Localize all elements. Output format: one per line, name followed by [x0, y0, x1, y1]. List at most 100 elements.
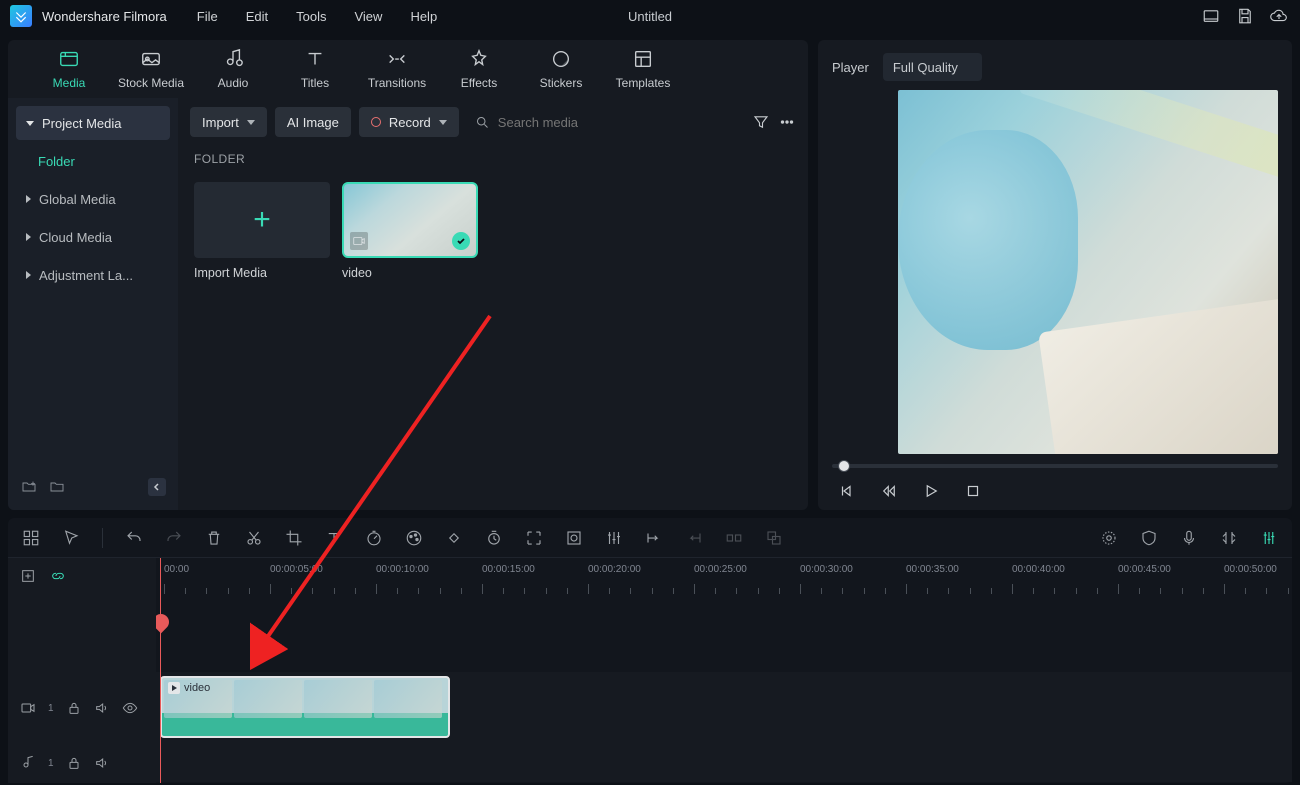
import-button[interactable]: Import — [190, 107, 267, 137]
plus-icon: + — [253, 203, 271, 237]
keyframe-icon[interactable] — [445, 529, 463, 547]
tab-stock-media[interactable]: Stock Media — [110, 48, 192, 90]
playhead[interactable] — [160, 558, 161, 783]
timeline-panel: 1 1 00:0000:00:05:0000:00:10:0000:00:15:… — [8, 518, 1292, 783]
cursor-icon[interactable] — [62, 529, 80, 547]
play-button[interactable] — [922, 482, 940, 500]
step-back-button[interactable] — [880, 482, 898, 500]
tick-label: 00:00:35:00 — [906, 564, 959, 575]
marker-icon[interactable] — [1260, 529, 1278, 547]
mask-out-icon[interactable] — [685, 529, 703, 547]
ai-image-button[interactable]: AI Image — [275, 107, 351, 137]
mute-icon[interactable] — [94, 755, 110, 771]
record-button[interactable]: Record — [359, 107, 459, 137]
motion-tracking-icon[interactable] — [1100, 529, 1118, 547]
tab-titles[interactable]: Titles — [274, 48, 356, 90]
shield-icon[interactable] — [1140, 529, 1158, 547]
tick-label: 00:00:45:00 — [1118, 564, 1171, 575]
video-clip[interactable]: video — [160, 676, 450, 738]
mic-icon[interactable] — [1180, 529, 1198, 547]
color-icon[interactable] — [405, 529, 423, 547]
tick-label: 00:00:25:00 — [694, 564, 747, 575]
timeline-toolbar — [8, 518, 1292, 558]
lock-icon[interactable] — [66, 755, 82, 771]
video-track-header[interactable]: 1 — [8, 673, 156, 743]
transition-icon[interactable] — [725, 529, 743, 547]
sidebar-project-media[interactable]: Project Media — [16, 106, 170, 140]
menu-edit[interactable]: Edit — [246, 9, 268, 24]
quality-select[interactable]: Full Quality — [883, 53, 982, 81]
audio-mix-icon[interactable] — [1220, 529, 1238, 547]
chevron-right-icon — [26, 271, 31, 279]
tick-label: 00:00 — [164, 564, 189, 575]
app-title: Wondershare Filmora — [42, 9, 167, 24]
media-type-icon — [350, 232, 368, 250]
tab-media[interactable]: Media — [28, 48, 110, 90]
player-scrubber[interactable] — [832, 464, 1278, 468]
crop-icon[interactable] — [285, 529, 303, 547]
tab-audio[interactable]: Audio — [192, 48, 274, 90]
play-icon — [168, 682, 180, 694]
undo-icon[interactable] — [125, 529, 143, 547]
sidebar-global-media[interactable]: Global Media — [16, 182, 170, 216]
redo-icon[interactable] — [165, 529, 183, 547]
tick-label: 00:00:15:00 — [482, 564, 535, 575]
timer-icon[interactable] — [485, 529, 503, 547]
stop-button[interactable] — [964, 482, 982, 500]
tick-label: 00:00:20:00 — [588, 564, 641, 575]
new-bin-icon[interactable] — [48, 479, 66, 495]
player-panel: Player Full Quality — [818, 40, 1292, 510]
preview-viewport[interactable] — [898, 90, 1278, 454]
menu-view[interactable]: View — [354, 9, 382, 24]
tab-effects[interactable]: Effects — [438, 48, 520, 90]
expand-icon[interactable] — [525, 529, 543, 547]
menu-file[interactable]: File — [197, 9, 218, 24]
video-track[interactable]: video — [156, 672, 1292, 742]
cloud-upload-icon[interactable] — [1270, 7, 1288, 25]
tab-stickers[interactable]: Stickers — [520, 48, 602, 90]
layout-icon[interactable] — [1202, 7, 1220, 25]
chevron-right-icon — [26, 233, 31, 241]
app-logo — [10, 5, 32, 27]
delete-icon[interactable] — [205, 529, 223, 547]
save-icon[interactable] — [1236, 7, 1254, 25]
green-screen-icon[interactable] — [565, 529, 583, 547]
tab-templates[interactable]: Templates — [602, 48, 684, 90]
filter-icon[interactable] — [752, 113, 770, 131]
visibility-icon[interactable] — [122, 700, 138, 716]
add-track-icon[interactable] — [20, 568, 36, 584]
timeline-ruler[interactable]: 00:0000:00:05:0000:00:10:0000:00:15:0000… — [156, 558, 1292, 594]
document-title: Untitled — [628, 9, 672, 24]
media-thumb-video[interactable]: video — [342, 182, 478, 280]
media-sidebar: Project Media Folder Global Media Cloud … — [8, 98, 178, 510]
speed-icon[interactable] — [365, 529, 383, 547]
mask-in-icon[interactable] — [645, 529, 663, 547]
cut-icon[interactable] — [245, 529, 263, 547]
link-icon[interactable] — [50, 568, 66, 584]
dashboard-icon[interactable] — [22, 529, 40, 547]
menu-tools[interactable]: Tools — [296, 9, 326, 24]
menu-help[interactable]: Help — [410, 9, 437, 24]
adjust-icon[interactable] — [605, 529, 623, 547]
text-icon[interactable] — [325, 529, 343, 547]
prev-frame-button[interactable] — [838, 482, 856, 500]
search-input[interactable] — [498, 115, 736, 130]
audio-track-header[interactable]: 1 — [8, 743, 156, 783]
sidebar-adjustment-layer[interactable]: Adjustment La... — [16, 258, 170, 292]
audio-track[interactable] — [156, 742, 1292, 782]
new-folder-icon[interactable] — [20, 479, 38, 495]
main-menu: File Edit Tools View Help — [197, 9, 437, 24]
lock-icon[interactable] — [66, 700, 82, 716]
sidebar-folder[interactable]: Folder — [16, 144, 170, 178]
import-media-tile[interactable]: + Import Media — [194, 182, 330, 280]
detach-icon[interactable] — [765, 529, 783, 547]
tick-label: 00:00:05:00 — [270, 564, 323, 575]
sidebar-cloud-media[interactable]: Cloud Media — [16, 220, 170, 254]
mute-icon[interactable] — [94, 700, 110, 716]
track-headers: 1 1 — [8, 558, 156, 783]
timeline-tracks[interactable]: 00:0000:00:05:0000:00:10:0000:00:15:0000… — [156, 558, 1292, 783]
collapse-sidebar-button[interactable] — [148, 478, 166, 496]
more-icon[interactable] — [778, 113, 796, 131]
tab-transitions[interactable]: Transitions — [356, 48, 438, 90]
scrubber-handle[interactable] — [838, 460, 850, 472]
